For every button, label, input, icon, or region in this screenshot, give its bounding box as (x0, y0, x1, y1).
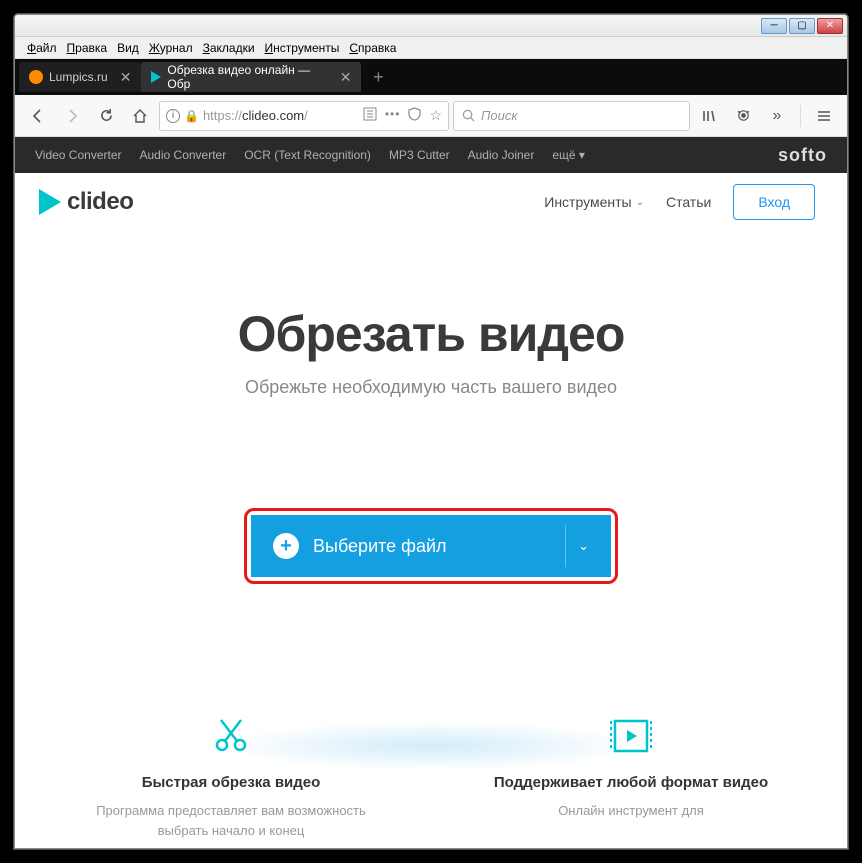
page-actions-icon[interactable]: ••• (385, 107, 401, 124)
softo-logo[interactable]: softo (778, 145, 827, 166)
softo-toolbar: Video Converter Audio Converter OCR (Tex… (15, 137, 847, 173)
hero-title: Обрезать видео (35, 305, 827, 363)
page-content: clideo Инструменты ⌄ Статьи Вход Обрезат… (15, 173, 847, 848)
reload-button[interactable] (91, 101, 121, 131)
overflow-icon[interactable]: » (762, 101, 792, 131)
feature-title: Быстрая обрезка видео (86, 774, 376, 791)
tool-link[interactable]: MP3 Cutter (389, 148, 450, 162)
reader-icon[interactable] (363, 107, 377, 124)
search-bar[interactable]: Поиск (453, 101, 690, 131)
feature-any-format: Поддерживает любой формат видео Онлайн и… (486, 714, 776, 840)
menu-history[interactable]: Журнал (145, 41, 197, 55)
menu-tools[interactable]: Инструменты (261, 41, 344, 55)
hamburger-menu-icon[interactable] (809, 101, 839, 131)
scissors-icon (86, 714, 376, 758)
chevron-down-icon[interactable]: ⌄ (578, 538, 589, 554)
menu-bookmarks[interactable]: Закладки (199, 41, 259, 55)
feature-desc: Онлайн инструмент для (486, 801, 776, 821)
protection-icon[interactable] (408, 107, 421, 124)
hero-section: Обрезать видео Обрежьте необходимую част… (15, 231, 847, 418)
menu-view[interactable]: Вид (113, 41, 143, 55)
library-icon[interactable] (694, 101, 724, 131)
home-button[interactable] (125, 101, 155, 131)
feature-fast-cut: Быстрая обрезка видео Программа предоста… (86, 714, 376, 840)
tab-close-icon[interactable]: ✕ (120, 69, 132, 86)
window-minimize-button[interactable]: ─ (761, 18, 787, 34)
clideo-logo[interactable]: clideo (39, 188, 133, 216)
tab-title: Lumpics.ru (49, 70, 108, 84)
bookmark-star-icon[interactable]: ☆ (429, 107, 442, 124)
extension-icon[interactable] (728, 101, 758, 131)
tool-link[interactable]: Video Converter (35, 148, 122, 162)
hero-subtitle: Обрежьте необходимую часть вашего видео (35, 377, 827, 398)
favicon-icon (151, 71, 161, 83)
logo-text: clideo (67, 188, 133, 216)
tab-clideo[interactable]: Обрезка видео онлайн — Обр ✕ (141, 62, 361, 92)
lock-icon: 🔒 (184, 109, 199, 123)
tab-close-icon[interactable]: ✕ (340, 69, 352, 86)
plus-icon: + (273, 533, 299, 559)
nav-articles[interactable]: Статьи (666, 194, 711, 210)
search-icon (462, 109, 475, 122)
menu-help[interactable]: Справка (345, 41, 400, 55)
upload-highlight: + Выберите файл ⌄ (244, 508, 618, 584)
back-button[interactable] (23, 101, 53, 131)
url-text: https://clideo.com/ (203, 108, 308, 123)
nav-toolbar: i 🔒 https://clideo.com/ ••• ☆ Поиск » (15, 95, 847, 137)
video-format-icon (486, 714, 776, 758)
search-placeholder: Поиск (481, 108, 518, 123)
site-header: clideo Инструменты ⌄ Статьи Вход (15, 173, 847, 231)
features-row: Быстрая обрезка видео Программа предоста… (15, 714, 847, 840)
site-info-icon[interactable]: i (166, 109, 180, 123)
tool-link[interactable]: Audio Joiner (468, 148, 535, 162)
menu-edit[interactable]: Правка (63, 41, 112, 55)
menu-file[interactable]: Файл (23, 41, 61, 55)
window-close-button[interactable]: ✕ (817, 18, 843, 34)
nav-tools[interactable]: Инструменты ⌄ (544, 194, 644, 210)
browser-menubar: Файл Правка Вид Журнал Закладки Инструме… (15, 37, 847, 59)
choose-file-button[interactable]: + Выберите файл ⌄ (251, 515, 611, 577)
login-button[interactable]: Вход (733, 184, 815, 220)
upload-label: Выберите файл (313, 536, 447, 557)
chevron-down-icon: ⌄ (636, 197, 644, 208)
logo-play-icon (39, 189, 61, 215)
feature-desc: Программа предоставляет вам возможность … (86, 801, 376, 840)
feature-title: Поддерживает любой формат видео (486, 774, 776, 791)
tool-link-more[interactable]: ещё ▾ (552, 148, 585, 162)
tab-bar: Lumpics.ru ✕ Обрезка видео онлайн — Обр … (15, 59, 847, 95)
tool-link[interactable]: OCR (Text Recognition) (244, 148, 371, 162)
url-bar[interactable]: i 🔒 https://clideo.com/ ••• ☆ (159, 101, 449, 131)
forward-button[interactable] (57, 101, 87, 131)
favicon-icon (29, 70, 43, 84)
window-maximize-button[interactable]: ▢ (789, 18, 815, 34)
window-titlebar: ─ ▢ ✕ (15, 15, 847, 37)
tab-lumpics[interactable]: Lumpics.ru ✕ (19, 62, 141, 92)
tool-link[interactable]: Audio Converter (140, 148, 227, 162)
new-tab-button[interactable]: + (365, 64, 391, 90)
tab-title: Обрезка видео онлайн — Обр (167, 63, 327, 91)
